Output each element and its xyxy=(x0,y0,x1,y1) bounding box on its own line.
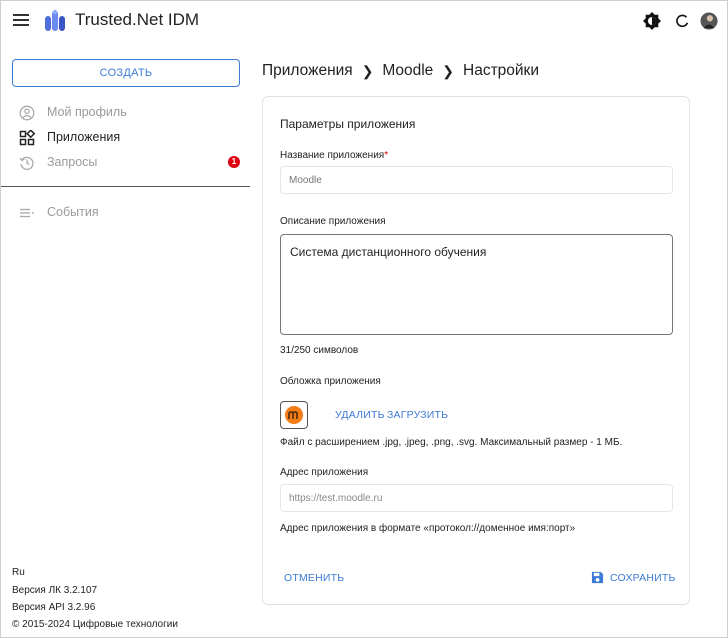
sidebar-item-events[interactable]: События xyxy=(1,201,250,225)
cancel-button-label: ОТМЕНИТЬ xyxy=(284,572,345,584)
lk-version: Версия ЛК 3.2.107 xyxy=(12,585,98,596)
history-icon xyxy=(19,156,34,170)
sidebar-item-applications[interactable]: Приложения xyxy=(1,126,250,150)
breadcrumb-app[interactable]: Moodle xyxy=(382,62,433,80)
list-icon xyxy=(20,208,34,218)
file-format-hint: Файл с расширением .jpg, .jpeg, .png, .s… xyxy=(280,437,623,448)
api-version: Версия API 3.2.96 xyxy=(12,602,96,613)
cancel-button[interactable]: ОТМЕНИТЬ xyxy=(284,572,344,584)
required-marker: * xyxy=(384,150,389,161)
app-address-input[interactable]: https://test.moodle.ru xyxy=(280,484,673,512)
app-description-label: Описание приложения xyxy=(280,216,386,227)
moodle-logo-icon xyxy=(285,406,303,424)
avatar[interactable] xyxy=(700,12,718,30)
apps-grid-icon xyxy=(19,130,35,146)
theme-toggle-icon[interactable] xyxy=(643,12,661,30)
app-description-textarea[interactable]: Система дистанционного обучения xyxy=(280,234,673,335)
app-title: Trusted.Net IDM xyxy=(75,10,200,29)
section-title: Параметры приложения xyxy=(280,117,416,131)
menu-icon[interactable] xyxy=(13,14,29,28)
app-cover-image xyxy=(280,401,308,429)
sidebar-divider xyxy=(1,186,250,187)
app-name-label: Название приложения* xyxy=(280,150,388,161)
address-format-hint: Адрес приложения в формате «протокол://д… xyxy=(280,523,576,534)
upload-cover-button[interactable]: ЗАГРУЗИТЬ xyxy=(387,409,448,421)
app-header: Trusted.Net IDM xyxy=(1,1,727,41)
breadcrumb-current: Настройки xyxy=(463,62,540,79)
sidebar-item-label: Приложения xyxy=(47,130,121,144)
breadcrumb-applications[interactable]: Приложения xyxy=(262,62,353,80)
create-button[interactable]: СОЗДАТЬ xyxy=(12,59,240,87)
app-address-label: Адрес приложения xyxy=(280,467,369,478)
language-switch[interactable]: Ru xyxy=(12,567,25,578)
save-icon xyxy=(591,571,604,584)
sidebar-item-requests[interactable]: Запросы 1 xyxy=(1,151,250,175)
sidebar: СОЗДАТЬ Мой профиль Приложения Запросы 1 xyxy=(1,41,250,638)
refresh-icon[interactable] xyxy=(673,12,691,30)
trusted-net-logo-icon xyxy=(45,9,65,31)
app-settings-card: Параметры приложения Название приложения… xyxy=(262,96,690,605)
app-cover-label: Обложка приложения xyxy=(280,376,381,387)
user-circle-icon xyxy=(19,105,35,121)
app-name-input[interactable]: Moodle xyxy=(280,166,673,194)
sidebar-item-label: События xyxy=(47,205,99,219)
sidebar-item-label: Запросы xyxy=(47,155,98,169)
save-button-label: СОХРАНИТЬ xyxy=(610,571,676,584)
notification-badge: 1 xyxy=(228,156,240,168)
sidebar-item-label: Мой профиль xyxy=(47,105,127,119)
save-button[interactable]: СОХРАНИТЬ xyxy=(591,571,676,584)
copyright: © 2015-2024 Цифровые технологии xyxy=(12,619,178,630)
breadcrumb: Приложения ❯ Moodle ❯ Настройки xyxy=(262,62,539,80)
app-name-label-text: Название приложения xyxy=(280,150,385,161)
chevron-right-icon: ❯ xyxy=(442,62,454,79)
delete-cover-button[interactable]: УДАЛИТЬ xyxy=(335,409,385,421)
sidebar-item-profile[interactable]: Мой профиль xyxy=(1,101,250,125)
description-counter: 31/250 символов xyxy=(280,345,359,356)
chevron-right-icon: ❯ xyxy=(361,62,374,79)
